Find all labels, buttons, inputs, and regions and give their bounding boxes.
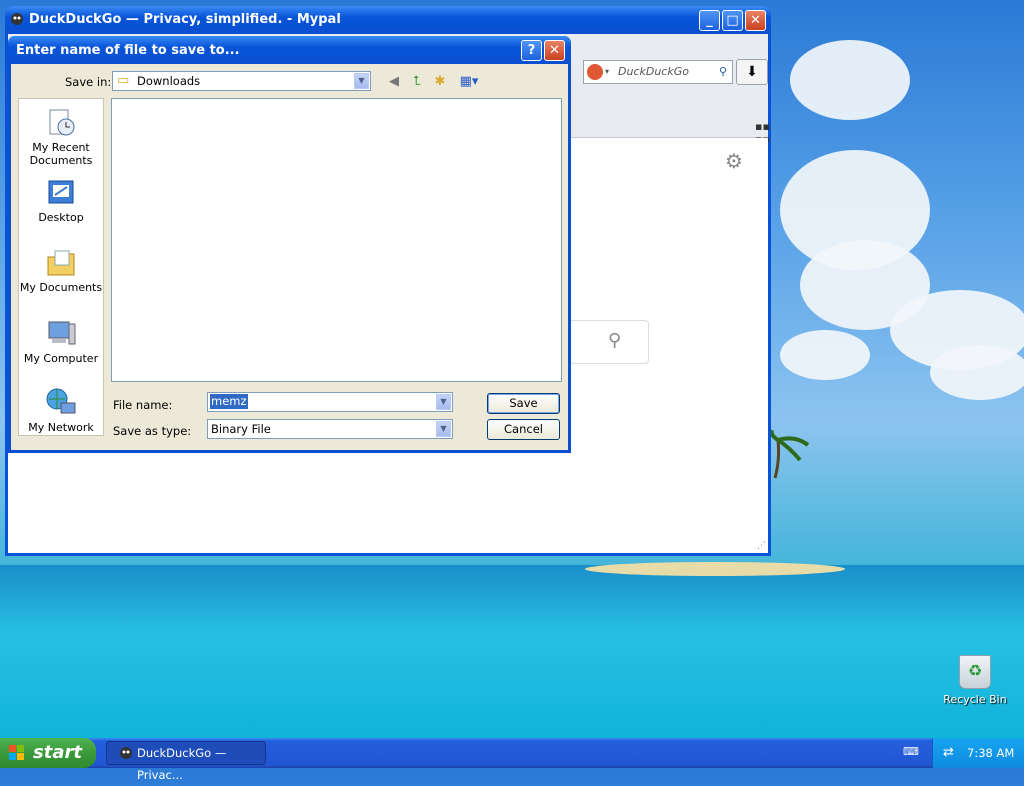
place-my-documents[interactable]: My Documents [19, 247, 103, 294]
my-network-icon [45, 387, 77, 419]
download-button[interactable]: ⬇ [736, 59, 768, 85]
file-list[interactable] [111, 98, 562, 382]
chevron-down-icon[interactable]: ▼ [436, 394, 451, 410]
minimize-button[interactable]: _ [699, 10, 720, 31]
recycle-bin-icon: ♻ [959, 655, 991, 689]
start-button[interactable]: start [0, 738, 96, 768]
chevron-down-icon: ▾ [605, 67, 610, 76]
taskbar-item-label: DuckDuckGo — Privac... [137, 746, 227, 782]
close-button[interactable]: ✕ [745, 10, 766, 31]
back-icon[interactable]: ◀ [386, 74, 402, 90]
place-label: Desktop [38, 211, 84, 224]
browser-app-icon [11, 13, 23, 25]
cancel-button[interactable]: Cancel [487, 419, 560, 440]
browser-titlebar[interactable]: DuckDuckGo — Privacy, simplified. - Mypa… [5, 6, 771, 34]
recent-documents-icon [45, 107, 77, 139]
place-label: My Computer [23, 352, 99, 365]
save-as-type-label: Save as type: [113, 424, 192, 438]
recycle-bin-label: Recycle Bin [943, 693, 1007, 706]
chevron-down-icon[interactable]: ▼ [436, 421, 451, 437]
dialog-titlebar[interactable]: Enter name of file to save to... ? ✕ [8, 36, 571, 64]
gear-icon[interactable]: ⚙ [725, 149, 743, 173]
browser-title: DuckDuckGo — Privacy, simplified. - Mypa… [29, 12, 341, 27]
start-label: start [33, 742, 82, 763]
search-placeholder: DuckDuckGo [618, 65, 689, 78]
save-in-value: Downloads [137, 74, 201, 88]
place-my-network[interactable]: My Network [19, 387, 103, 434]
maximize-button[interactable]: □ [722, 10, 743, 31]
sea [0, 565, 1024, 740]
taskbar: start DuckDuckGo — Privac... ⌨ ⇄ 7:38 AM [0, 738, 1024, 782]
dialog-title: Enter name of file to save to... [16, 43, 240, 58]
search-engine-box[interactable]: ▾ DuckDuckGo ⚲ [583, 60, 733, 84]
search-icon[interactable]: ⚲ [608, 330, 621, 351]
places-bar: My Recent Documents Desktop My Documents… [18, 98, 104, 436]
taskbar-item-browser[interactable]: DuckDuckGo — Privac... [106, 741, 266, 782]
save-in-select[interactable]: ▭ Downloads ▼ [112, 71, 371, 91]
help-button[interactable]: ? [521, 40, 542, 61]
network-icon[interactable]: ⇄ [943, 738, 954, 768]
file-name-label: File name: [113, 398, 173, 412]
save-dialog: Enter name of file to save to... ? ✕ Sav… [8, 36, 571, 453]
save-as-type-select[interactable]: Binary File ▼ [207, 419, 453, 439]
system-tray: ⇄ 7:38 AM [932, 738, 1024, 768]
cloud [930, 345, 1024, 400]
place-label: My Recent Documents [29, 141, 93, 167]
dialog-body: Save in: ▭ Downloads ▼ ◀ ⮤ ✱ ▦▾ My Recen… [11, 64, 568, 450]
keyboard-icon[interactable]: ⌨ [903, 745, 919, 759]
page-search-box[interactable]: ⚲ [564, 320, 649, 364]
browser-app-icon [120, 747, 132, 759]
search-icon[interactable]: ⚲ [719, 61, 727, 83]
save-as-type-value: Binary File [211, 422, 271, 436]
cloud [780, 330, 870, 380]
file-name-input[interactable]: memz ▼ [207, 392, 453, 412]
clock[interactable]: 7:38 AM [967, 738, 1014, 768]
cloud [790, 40, 910, 120]
new-folder-icon[interactable]: ✱ [432, 74, 448, 90]
place-label: My Documents [19, 281, 103, 294]
up-folder-icon[interactable]: ⮤ [409, 74, 425, 90]
windows-flag-icon [9, 745, 24, 760]
chevron-down-icon[interactable]: ▼ [354, 73, 369, 89]
resize-grip-icon[interactable]: ⋰ [757, 541, 766, 551]
download-arrow-icon: ⬇ [746, 64, 758, 80]
place-label: My Network [28, 421, 94, 434]
my-computer-icon [45, 318, 77, 350]
palm-tree [770, 430, 810, 479]
place-desktop[interactable]: Desktop [19, 177, 103, 224]
folder-icon: ▭ [117, 73, 130, 88]
save-button[interactable]: Save [487, 393, 560, 414]
file-name-value: memz [210, 394, 248, 409]
view-menu-icon[interactable]: ▦▾ [456, 74, 482, 90]
my-documents-icon [45, 247, 77, 279]
save-in-label: Save in: [65, 75, 112, 89]
dialog-close-button[interactable]: ✕ [544, 40, 565, 61]
place-my-computer[interactable]: My Computer [19, 318, 103, 365]
island [585, 562, 845, 576]
recycle-bin[interactable]: ♻ Recycle Bin [940, 655, 1010, 706]
place-recent-documents[interactable]: My Recent Documents [19, 107, 103, 167]
duckduckgo-icon [587, 64, 603, 80]
desktop-icon [45, 177, 77, 209]
